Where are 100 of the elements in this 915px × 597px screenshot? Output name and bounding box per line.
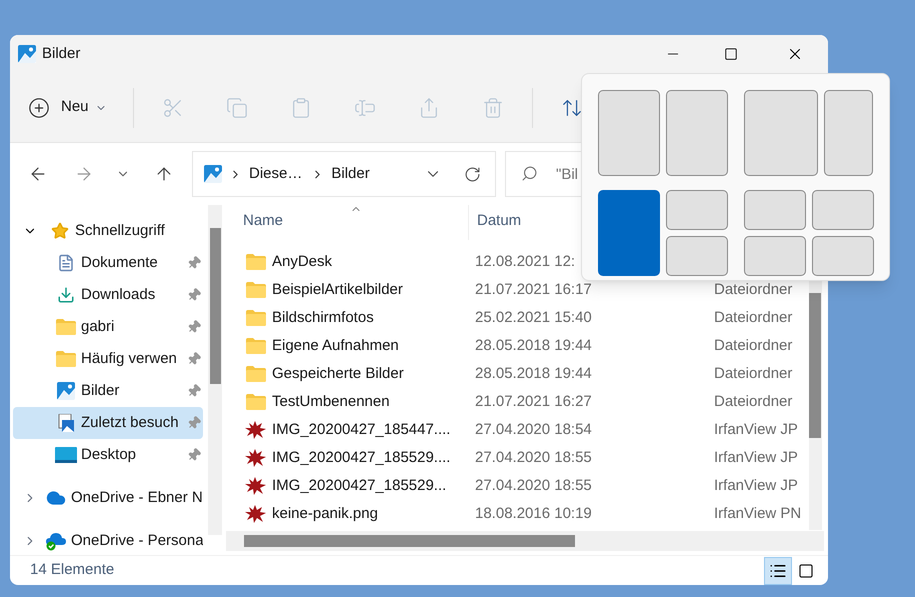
desktop-icon: [55, 447, 77, 463]
sidebar-item[interactable]: Häufig verwen: [13, 343, 203, 375]
file-row[interactable]: keine-panik.png 18.08.2016 10:19 IrfanView PN: [244, 500, 828, 528]
file-row[interactable]: AnyDesk 12.08.2021 12:: [244, 248, 828, 276]
sidebar-item[interactable]: OneDrive - Ebner N: [13, 482, 203, 514]
item-count: 14 Elemente: [30, 560, 114, 580]
folder-icon: [246, 366, 266, 382]
snap-zone[interactable]: [812, 190, 874, 230]
refresh-icon[interactable]: [464, 166, 481, 182]
snap-zone[interactable]: [744, 190, 806, 230]
sidebar-label: Zuletzt besuch: [81, 412, 180, 433]
snap-zone[interactable]: [598, 90, 660, 176]
file-date: 21.07.2021 16:27: [475, 392, 593, 412]
sidebar-label: Schnellzugriff: [75, 220, 166, 241]
star-icon: [51, 222, 69, 240]
sidebar-label: Downloads: [81, 284, 156, 305]
sidebar-item[interactable]: Zuletzt besuch: [13, 407, 203, 439]
file-type: IrfanView JP: [714, 448, 798, 468]
file-type: IrfanView JP: [714, 420, 798, 440]
file-row[interactable]: IMG_20200427_185447.... 27.04.2020 18:54 IrfanView JP: [244, 416, 828, 444]
file-name: IMG_20200427_185529...: [272, 476, 448, 496]
pictures-icon: [204, 165, 222, 183]
horizontal-scrollbar-thumb[interactable]: [244, 535, 575, 547]
sidebar-label: Häufig verwen: [81, 348, 178, 369]
snap-zone[interactable]: [666, 236, 728, 276]
file-row[interactable]: Gespeicherte Bilder 28.05.2018 19:44 Dateiordner: [244, 360, 828, 388]
folder-icon: [246, 394, 266, 410]
file-row[interactable]: Eigene Aufnahmen 28.05.2018 19:44 Dateiordner: [244, 332, 828, 360]
plus-circle-icon: [28, 96, 50, 118]
clock-folder-icon: [56, 351, 76, 367]
file-row[interactable]: IMG_20200427_185529... 27.04.2020 18:55 IrfanView JP: [244, 472, 828, 500]
file-row[interactable]: Bildschirmfotos 25.02.2021 15:40 Dateiordner: [244, 304, 828, 332]
file-date: 27.04.2020 18:55: [475, 476, 593, 496]
download-icon: [57, 286, 75, 304]
sidebar-item[interactable]: Dokumente: [13, 247, 203, 279]
file-type: Dateiordner: [714, 364, 792, 384]
snap-zone[interactable]: [744, 236, 806, 276]
file-name: AnyDesk: [272, 252, 334, 272]
file-name: Eigene Aufnahmen: [272, 336, 400, 356]
snap-zone[interactable]: [812, 236, 874, 276]
folder-icon: [246, 282, 266, 298]
snap-zone[interactable]: [666, 190, 728, 230]
file-type: IrfanView PN: [714, 504, 802, 524]
file-date: 21.07.2021 16:17: [475, 280, 593, 300]
document-icon: [57, 254, 75, 272]
file-name: Bildschirmfotos: [272, 308, 375, 328]
sidebar-item[interactable]: Desktop: [13, 439, 203, 471]
sidebar-label: Bilder: [81, 380, 120, 401]
new-button[interactable]: Neu: [28, 88, 119, 128]
scissors-icon: [162, 96, 184, 118]
copy-icon: [226, 96, 248, 118]
trash-icon: [482, 96, 504, 118]
breadcrumb[interactable]: Bilder: [331, 162, 370, 186]
splat-icon: [245, 476, 267, 496]
file-row[interactable]: TestUmbenennen 21.07.2021 16:27 Dateiordner: [244, 388, 828, 416]
file-name: TestUmbenennen: [272, 392, 391, 412]
snap-zone[interactable]: [666, 90, 728, 176]
file-type: IrfanView JP: [714, 476, 798, 496]
details-view-button[interactable]: [764, 556, 792, 584]
splat-icon: [245, 448, 267, 468]
cloud-check-icon: [45, 531, 67, 551]
sidebar-label: OneDrive - Ebner N: [71, 488, 203, 508]
maximize-icon[interactable]: [724, 47, 738, 61]
file-type: Dateiordner: [714, 280, 792, 300]
file-row[interactable]: IMG_20200427_185529.... 27.04.2020 18:55 IrfanView JP: [244, 444, 828, 472]
folder-icon: [246, 254, 266, 270]
snap-zone[interactable]: [744, 90, 818, 176]
scrollbar-thumb[interactable]: [210, 228, 220, 384]
file-date: 27.04.2020 18:55: [475, 448, 593, 468]
sidebar-item[interactable]: gabri: [13, 311, 203, 343]
file-date: 12.08.2021 12:: [475, 252, 576, 272]
breadcrumb[interactable]: Diese…: [249, 162, 302, 186]
folder-icon: [246, 310, 266, 326]
splat-icon: [245, 420, 267, 440]
sidebar-label: Desktop: [81, 444, 138, 465]
file-name: Gespeicherte Bilder: [272, 364, 405, 384]
file-date: 28.05.2018 19:44: [475, 336, 593, 356]
tile-view-icon: [798, 562, 814, 578]
file-type: Dateiordner: [714, 336, 792, 356]
file-name: BeispielArtikelbilder: [272, 280, 404, 300]
file-date: 28.05.2018 19:44: [475, 364, 593, 384]
folder-icon: [56, 319, 76, 335]
pictures-icon: [18, 45, 36, 63]
sidebar-item[interactable]: Downloads: [13, 279, 203, 311]
column-header[interactable]: Name: [243, 210, 468, 232]
sidebar-item[interactable]: Schnellzugriff: [13, 215, 203, 247]
column-header[interactable]: Datum: [477, 210, 522, 232]
file-date: 25.02.2021 15:40: [475, 308, 593, 328]
snap-zone[interactable]: [824, 90, 874, 176]
search-icon: [521, 165, 538, 182]
folder-icon: [246, 338, 266, 354]
address-bar[interactable]: Diese… Bilder: [192, 151, 496, 197]
scrollbar-thumb[interactable]: [809, 293, 821, 438]
file-name: IMG_20200427_185529....: [272, 448, 452, 468]
file-type: Dateiordner: [714, 392, 792, 412]
sidebar-label: Dokumente: [81, 252, 159, 273]
file-name: IMG_20200427_185447....: [272, 420, 452, 440]
file-row[interactable]: BeispielArtikelbilder 21.07.2021 16:17 Dateiordner: [244, 276, 828, 304]
sidebar-item[interactable]: Bilder: [13, 375, 203, 407]
file-date: 18.08.2016 10:19: [475, 504, 593, 524]
